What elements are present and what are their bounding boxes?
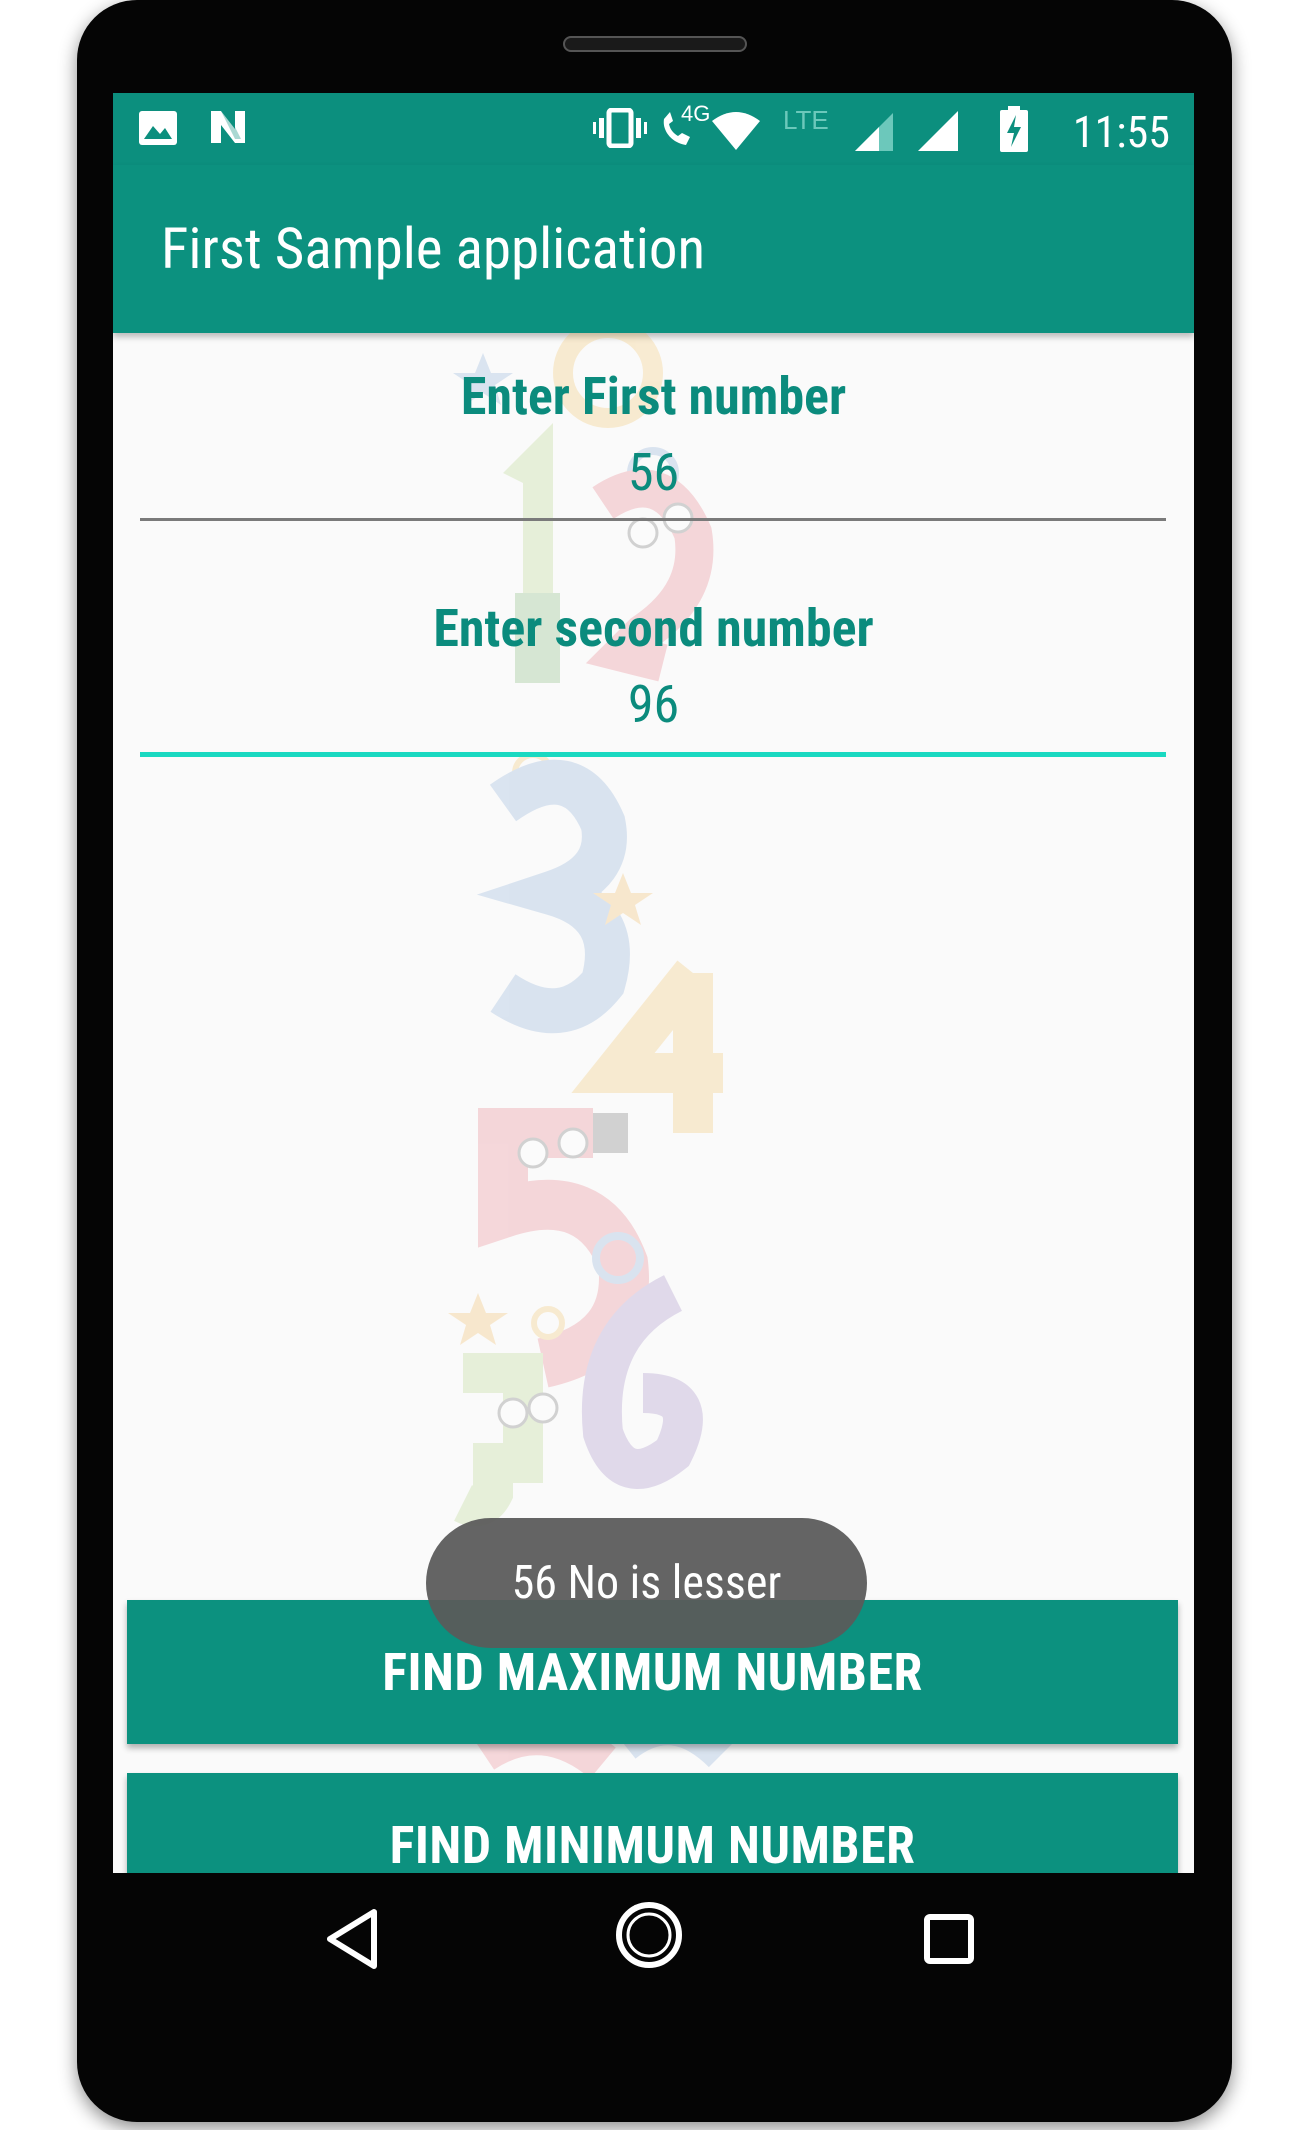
find-minimum-button[interactable]: FIND MINIMUM NUMBER xyxy=(127,1773,1178,1873)
status-clock: 11:55 xyxy=(1072,106,1170,158)
wifi-icon xyxy=(712,112,760,150)
n-notification-icon xyxy=(211,111,245,143)
app-title: First Sample application xyxy=(161,215,706,282)
home-icon[interactable] xyxy=(614,1900,684,1970)
recents-icon[interactable] xyxy=(923,1913,975,1965)
cell-signal-icon-2 xyxy=(918,111,958,151)
first-number-label: Enter First number xyxy=(460,366,847,427)
second-number-underline-focused xyxy=(140,752,1166,757)
network-4g-label: 4G xyxy=(681,101,711,126)
battery-charging-icon xyxy=(1000,106,1028,152)
vibrate-icon xyxy=(593,108,647,148)
image-icon xyxy=(139,111,177,145)
back-icon[interactable] xyxy=(324,1908,382,1970)
first-number-underline xyxy=(140,518,1166,521)
second-number-input[interactable]: 96 xyxy=(113,679,1194,731)
first-number-input[interactable]: 56 xyxy=(113,447,1194,499)
status-bar: 4G LTE 11:55 xyxy=(113,93,1194,165)
network-lte-label: LTE xyxy=(783,105,829,135)
cell-signal-icon xyxy=(855,113,893,151)
second-number-label: Enter second number xyxy=(433,598,874,659)
phone-frame: 4G LTE 11:55 First Sample application En… xyxy=(77,0,1232,2122)
toast-message: 56 No is lesser xyxy=(426,1518,867,1648)
screen: 4G LTE 11:55 First Sample application En… xyxy=(113,93,1194,1873)
app-bar: First Sample application xyxy=(113,165,1194,333)
earpiece-speaker xyxy=(563,36,747,52)
